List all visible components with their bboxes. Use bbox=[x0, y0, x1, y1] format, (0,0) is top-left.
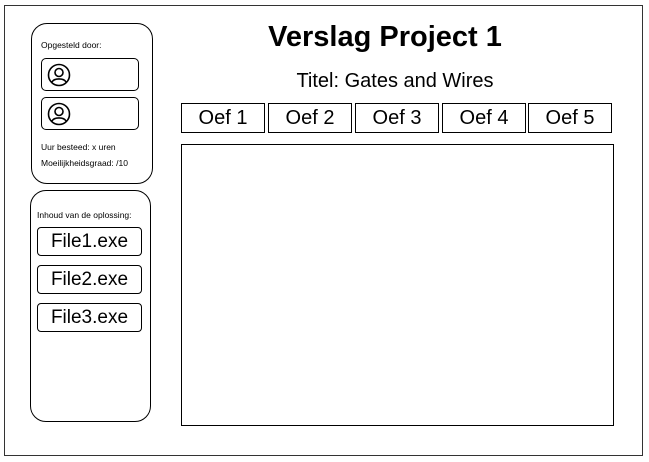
tab-oef-1[interactable]: Oef 1 bbox=[181, 103, 265, 133]
file-button-2[interactable]: File2.exe bbox=[37, 265, 142, 294]
tab-oef-4[interactable]: Oef 4 bbox=[442, 103, 526, 133]
project-subtitle: Titel: Gates and Wires bbox=[296, 70, 494, 92]
contents-heading: Inhoud van de oplossing: bbox=[37, 210, 132, 220]
authors-heading: Opgesteld door: bbox=[41, 40, 102, 50]
exercise-content-area bbox=[181, 144, 614, 426]
tab-oef-5[interactable]: Oef 5 bbox=[528, 103, 612, 133]
difficulty-label: Moeilijkheidsgraad: /10 bbox=[41, 158, 128, 168]
author-field-2[interactable] bbox=[41, 97, 139, 130]
hours-spent-label: Uur besteed: x uren bbox=[41, 142, 116, 152]
user-avatar-icon bbox=[47, 63, 71, 87]
user-avatar-icon bbox=[47, 102, 71, 126]
tab-oef-3[interactable]: Oef 3 bbox=[355, 103, 439, 133]
file-button-3[interactable]: File3.exe bbox=[37, 303, 142, 332]
file-button-1[interactable]: File1.exe bbox=[37, 227, 142, 256]
page-title: Verslag Project 1 bbox=[268, 21, 502, 53]
tab-oef-2[interactable]: Oef 2 bbox=[268, 103, 352, 133]
author-field-1[interactable] bbox=[41, 58, 139, 91]
